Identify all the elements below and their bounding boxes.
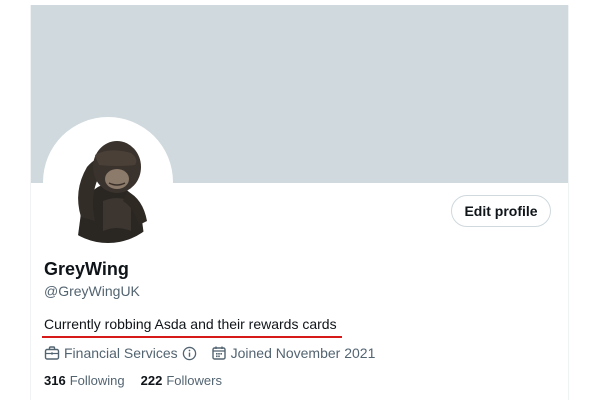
- briefcase-icon: [44, 346, 60, 360]
- category-label: Financial Services: [64, 345, 178, 361]
- annotation-underline: [42, 336, 342, 338]
- following-count: 316: [44, 373, 66, 388]
- follow-stats: 316 Following 222 Followers: [44, 373, 238, 388]
- followers-count: 222: [140, 373, 163, 388]
- category-item: Financial Services: [44, 345, 201, 361]
- handle: @GreyWingUK: [44, 283, 140, 299]
- display-name: GreyWing: [44, 259, 129, 279]
- followers-link[interactable]: 222 Followers: [141, 373, 222, 388]
- profile-card: Edit profile GreyWing @GreyWingUK Curren…: [30, 5, 569, 400]
- edit-profile-button[interactable]: Edit profile: [451, 195, 551, 227]
- avatar[interactable]: [47, 121, 169, 243]
- joined-label: Joined November 2021: [230, 345, 376, 361]
- followers-label: Followers: [166, 373, 222, 388]
- profile-meta: Financial Services Joined November 2021: [44, 343, 385, 363]
- joined-item: Joined November 2021: [211, 345, 376, 361]
- following-label: Following: [69, 373, 125, 388]
- avatar-frame: [43, 117, 173, 247]
- info-icon[interactable]: [182, 346, 201, 361]
- following-link[interactable]: 316 Following: [44, 373, 125, 388]
- bio-text: Currently robbing Asda and their rewards…: [44, 316, 337, 332]
- calendar-icon: [211, 346, 226, 360]
- avatar-image: [47, 121, 169, 243]
